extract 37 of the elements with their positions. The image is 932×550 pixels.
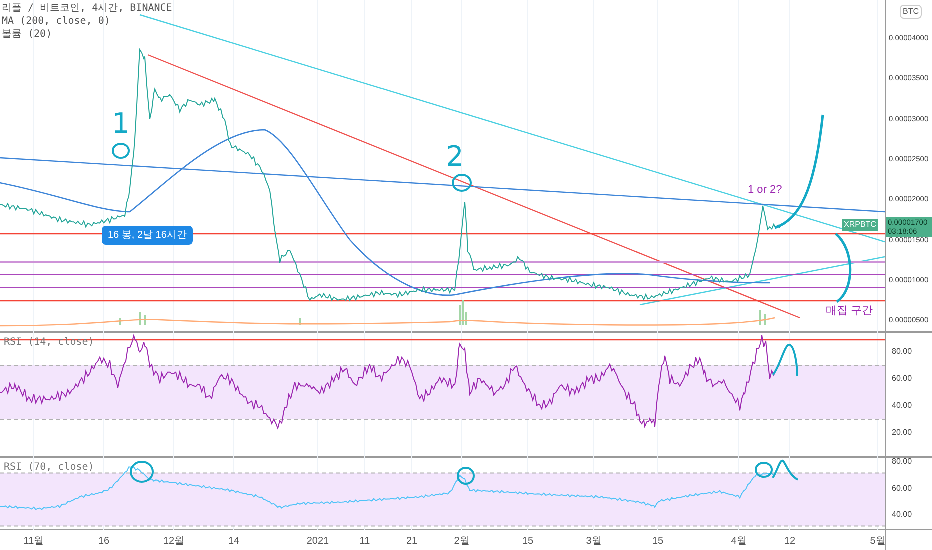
indicator-label: MA (200, close, 0)	[2, 15, 112, 28]
chart-title: 리플 / 비트코인, 4시간, BINANCE	[2, 2, 172, 15]
currency-badge: BTC	[900, 5, 922, 19]
indicator-label: RSI (70, close)	[4, 461, 94, 475]
circle-annotation	[112, 143, 130, 159]
chart-annotation: 2	[446, 143, 464, 171]
time-axis-label: 15	[522, 535, 534, 549]
chart-annotation: 1	[112, 110, 130, 138]
rsi-axis-label: 20.00	[892, 427, 912, 439]
symbol-tag: XRPBTC	[842, 219, 878, 231]
rsi-axis-label: 40.00	[892, 509, 912, 521]
circle-annotation	[452, 174, 472, 192]
time-axis-label: 11	[360, 535, 370, 549]
bar-count-badge: 16 봉, 2날 16시간	[102, 226, 193, 245]
rsi-axis-label: 40.00	[892, 400, 912, 412]
indicator-label: RSI (14, close)	[4, 336, 94, 350]
bracket-curve	[835, 233, 852, 303]
time-axis-label: 16	[98, 535, 110, 549]
projection-curve	[772, 344, 798, 376]
rsi-axis-label: 80.00	[892, 456, 912, 468]
time-axis-label: 21	[406, 535, 418, 549]
time-axis-label: 14	[228, 535, 240, 549]
time-axis-label: 4월	[731, 535, 747, 549]
time-axis-label: 2021	[306, 535, 330, 549]
time-axis-label: 11월	[24, 535, 44, 549]
rsi-axis-label: 60.00	[892, 373, 912, 385]
time-axis-label: 15	[652, 535, 664, 549]
rsi-axis-label: 80.00	[892, 346, 912, 358]
time-axis-label: 12	[784, 535, 796, 549]
indicator-label: 볼륨 (20)	[2, 28, 54, 41]
chart-annotation: 매집 구간	[826, 304, 874, 319]
time-axis-label: 2월	[454, 535, 470, 549]
time-axis-label: 3월	[586, 535, 602, 549]
time-axis-label: 12월	[163, 535, 185, 549]
time-axis-label: 5월	[870, 535, 886, 549]
rsi-axis-label: 60.00	[892, 482, 912, 494]
chart-annotation: 1 or 2?	[748, 183, 782, 198]
